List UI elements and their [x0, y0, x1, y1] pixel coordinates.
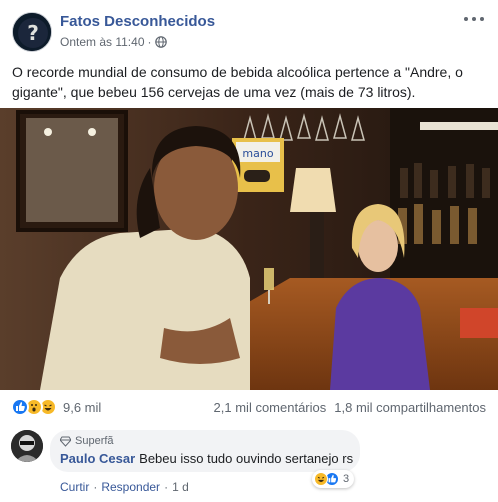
superfan-badge: Superfã	[60, 435, 114, 447]
page-avatar[interactable]: ?	[12, 12, 52, 52]
comment-line: Paulo Cesar Bebeu isso tudo ouvindo serta…	[60, 451, 353, 466]
badge-label: Superfã	[75, 435, 114, 447]
page-name[interactable]: Fatos Desconhecidos	[60, 13, 215, 30]
post-timestamp[interactable]: Ontem às 11:40	[60, 35, 145, 49]
shares-count[interactable]: 1,8 mil compartilhamentos	[334, 400, 486, 415]
reactions-summary[interactable]: 9,6 mil	[11, 398, 101, 416]
comment-like-button[interactable]: Curtir	[60, 480, 89, 494]
engagement-counts: 2,1 mil comentários 1,8 mil compartilham…	[214, 400, 486, 415]
reaction-stats: 9,6 mil 2,1 mil comentários 1,8 mil comp…	[0, 398, 498, 420]
comment-reaction-count: 3	[343, 473, 350, 485]
comment-reactions[interactable]: 3	[312, 470, 355, 488]
comment-author[interactable]: Paulo Cesar	[60, 451, 135, 466]
avatar-image	[11, 430, 43, 462]
dot-icon	[480, 17, 484, 21]
post-text: O recorde mundial de consumo de bebida a…	[12, 64, 463, 100]
globe-icon[interactable]	[154, 36, 167, 48]
more-options-button[interactable]	[464, 12, 484, 26]
bar-scene-photo: mano	[0, 108, 498, 390]
action-separator: ·	[93, 480, 98, 494]
sign-text: mano	[242, 147, 273, 160]
action-separator: ·	[164, 480, 169, 494]
comment-time[interactable]: 1 d	[172, 480, 189, 494]
comment-reply-button[interactable]: Responder	[101, 480, 160, 494]
reaction-count[interactable]: 9,6 mil	[63, 400, 101, 415]
haha-icon	[314, 472, 328, 486]
comment-actions: Curtir · Responder · 1 d	[60, 480, 189, 494]
post-photo[interactable]: mano	[0, 108, 498, 390]
comment-text: Bebeu isso tudo ouvindo sertanejo rs	[139, 451, 354, 466]
meta-separator: ·	[147, 35, 152, 49]
post-header: ? Fatos Desconhecidos Ontem às 11:40 ·	[0, 0, 498, 58]
svg-text:?: ?	[27, 21, 39, 45]
diamond-icon	[60, 436, 71, 447]
comments-count[interactable]: 2,1 mil comentários	[214, 400, 327, 415]
commenter-avatar[interactable]	[11, 430, 43, 462]
dot-icon	[472, 17, 476, 21]
dot-icon	[464, 17, 468, 21]
question-mark-logo-icon: ?	[13, 13, 51, 51]
like-icon	[11, 398, 29, 416]
post-meta: Ontem às 11:40 ·	[60, 35, 167, 49]
comment-bubble: Superfã Paulo Cesar Bebeu isso tudo ouvin…	[50, 430, 360, 472]
